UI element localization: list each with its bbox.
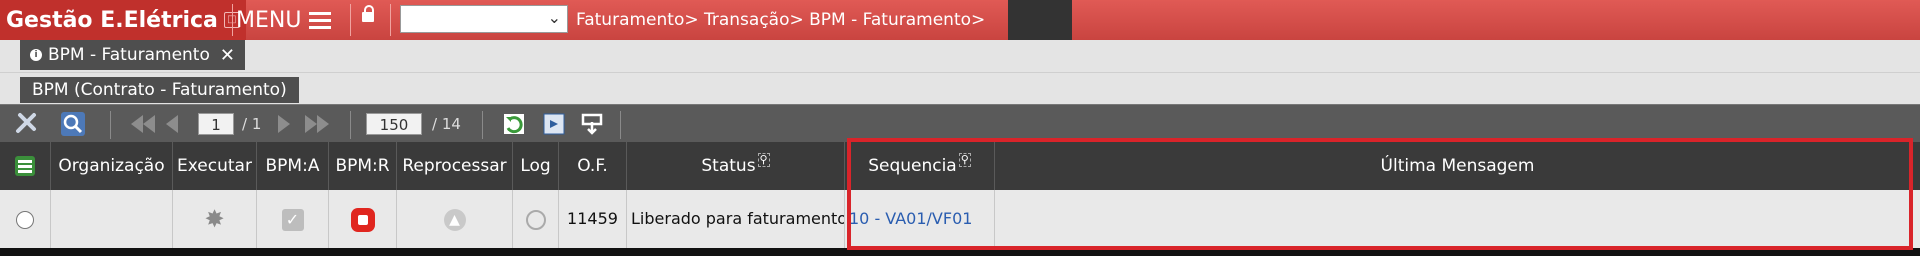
page-size-input[interactable]: 150 xyxy=(366,113,422,135)
page-input[interactable]: 1 xyxy=(198,113,234,135)
search-icon[interactable] xyxy=(58,111,88,137)
search-icon[interactable]: ⚲ xyxy=(757,153,770,167)
breadcrumb-end xyxy=(1008,0,1072,40)
log-icon[interactable] xyxy=(512,190,558,248)
cell-status: Liberado para faturamento xyxy=(626,190,844,248)
execute-icon[interactable]: ✸ xyxy=(172,190,256,248)
columns-icon xyxy=(15,156,35,176)
checkbox-icon[interactable]: ✓ xyxy=(256,190,328,248)
col-log[interactable]: Log xyxy=(512,142,558,190)
tab-bar: i BPM - Faturamento ✕ xyxy=(0,40,1920,72)
divider xyxy=(482,111,483,139)
divider xyxy=(110,111,111,139)
export-icon[interactable] xyxy=(540,111,568,137)
download-icon[interactable] xyxy=(578,111,606,137)
toolbar: 1 / 1 150 / 14 xyxy=(0,104,1920,143)
lock-icon[interactable] xyxy=(362,5,374,22)
refresh-icon[interactable] xyxy=(500,111,528,137)
menu-label: MENU xyxy=(236,7,302,33)
app-title[interactable]: Gestão E.Elétrica □ xyxy=(0,0,246,40)
app-title-text: Gestão E.Elétrica xyxy=(6,7,218,33)
next-page-icon[interactable] xyxy=(276,111,292,137)
subtitle-row: BPM (Contrato - Faturamento) xyxy=(0,72,1920,105)
last-page-icon[interactable] xyxy=(302,111,332,137)
cell-of: 11459 xyxy=(558,190,626,248)
divider xyxy=(350,111,351,139)
sequencia-link[interactable]: 10 - VA01/VF01 xyxy=(849,209,972,228)
cell-organizacao xyxy=(50,190,172,248)
col-status-label: Status xyxy=(701,156,756,176)
col-sequencia[interactable]: Sequencia ⚲ xyxy=(844,142,994,190)
divider xyxy=(232,4,233,36)
divider xyxy=(620,111,621,139)
module-select[interactable]: ⌄ xyxy=(400,5,568,33)
top-bar: Gestão E.Elétrica □ MENU ⌄ Faturamento> … xyxy=(0,0,1920,40)
col-bpm-a[interactable]: BPM:A xyxy=(256,142,328,190)
page-title: BPM (Contrato - Faturamento) xyxy=(20,77,299,103)
stop-icon[interactable] xyxy=(328,190,396,248)
cell-sequencia[interactable]: 10 - VA01/VF01 xyxy=(844,190,994,248)
divider xyxy=(390,4,391,36)
table-row[interactable]: ✸ ✓ ▲ 11459 Liberado para faturamento 10… xyxy=(0,190,1920,248)
select-columns-header[interactable] xyxy=(0,142,50,190)
bottom-strip xyxy=(0,248,1920,256)
info-icon: i xyxy=(30,49,42,61)
col-executar[interactable]: Executar xyxy=(172,142,256,190)
tab-bpm-faturamento[interactable]: i BPM - Faturamento ✕ xyxy=(20,40,245,70)
tab-label: BPM - Faturamento xyxy=(48,45,210,65)
page-count: / 1 xyxy=(242,115,262,133)
col-status[interactable]: Status ⚲ xyxy=(626,142,844,190)
search-icon[interactable]: ⚲ xyxy=(958,153,971,167)
cell-ultima-mensagem xyxy=(994,190,1920,248)
col-ultima-mensagem[interactable]: Última Mensagem xyxy=(994,142,1920,190)
hamburger-icon xyxy=(309,8,332,33)
divider xyxy=(350,4,351,36)
prev-page-icon[interactable] xyxy=(164,111,180,137)
menu-button[interactable]: MENU xyxy=(236,0,332,40)
col-organizacao[interactable]: Organização xyxy=(50,142,172,190)
record-count: / 14 xyxy=(432,115,461,133)
col-bpm-r[interactable]: BPM:R xyxy=(328,142,396,190)
col-sequencia-label: Sequencia xyxy=(868,156,957,176)
table-header: Organização Executar BPM:A BPM:R Reproce… xyxy=(0,142,1920,190)
breadcrumb[interactable]: Faturamento> Transação> BPM - Faturament… xyxy=(576,0,985,40)
close-icon[interactable]: ✕ xyxy=(220,45,235,66)
chevron-down-icon: ⌄ xyxy=(547,8,561,27)
col-of[interactable]: O.F. xyxy=(558,142,626,190)
row-select-radio[interactable] xyxy=(0,190,50,248)
tools-icon[interactable] xyxy=(12,111,42,137)
first-page-icon[interactable] xyxy=(128,111,158,137)
reprocess-icon[interactable]: ▲ xyxy=(396,190,512,248)
col-reprocessar[interactable]: Reprocessar xyxy=(396,142,512,190)
